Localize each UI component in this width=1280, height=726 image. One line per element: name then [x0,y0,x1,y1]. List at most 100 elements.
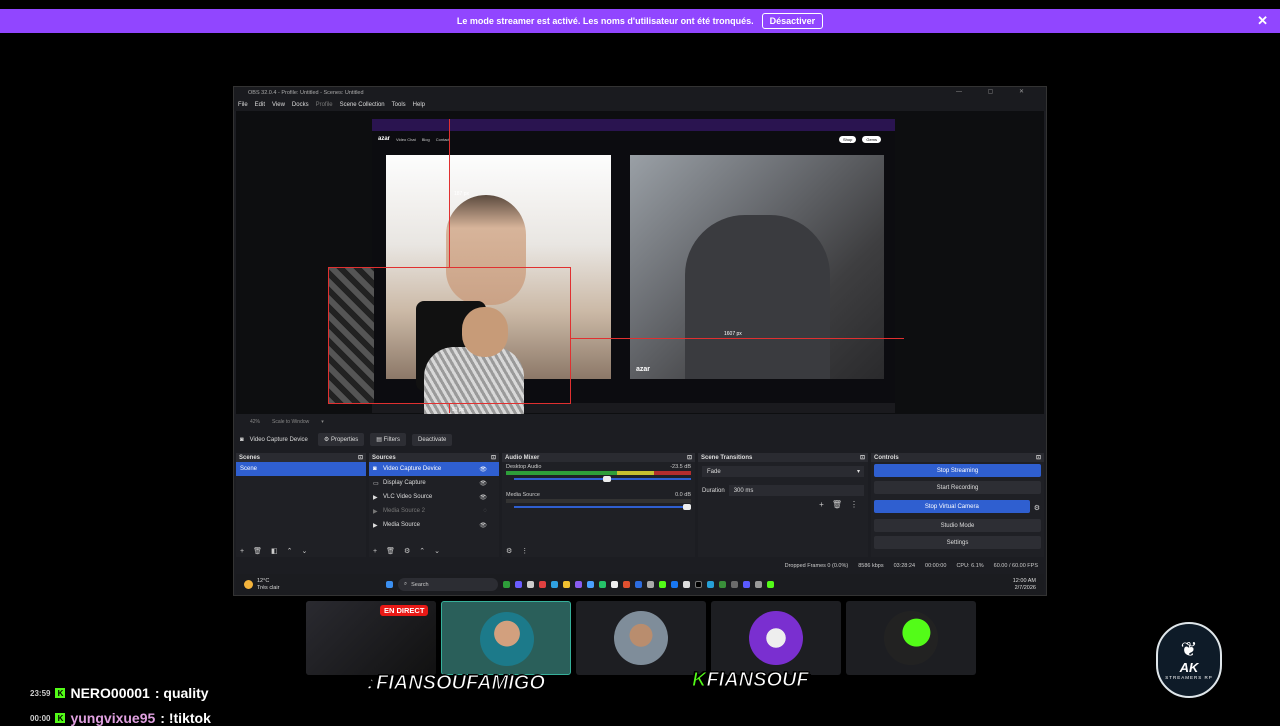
app-icon[interactable] [743,581,750,588]
app-icon[interactable] [503,581,510,588]
folder-icon[interactable] [563,581,570,588]
media-source-volume-slider[interactable] [514,504,691,510]
app-icon[interactable] [767,581,774,588]
eye-icon[interactable]: 👁 [479,494,487,501]
tiktok-icon[interactable] [695,581,702,588]
eye-icon[interactable]: 👁 [479,466,487,473]
source-item-media[interactable]: ▶ Media Source 👁 [369,518,499,532]
participant-tile[interactable] [711,601,841,675]
eye-icon[interactable]: 👁 [479,480,487,487]
app-icon[interactable] [719,581,726,588]
eye-icon[interactable]: 👁 [479,522,487,529]
studio-mode-button[interactable]: Studio Mode [874,519,1041,532]
menu-edit[interactable]: Edit [255,102,265,108]
badge-title: AK [1179,660,1199,675]
taskbar-clock[interactable]: 12:00 AM 2/7/2026 [1013,578,1044,592]
app-icon[interactable] [755,581,762,588]
slider-knob[interactable] [603,476,612,482]
avatar [480,612,534,666]
more-icon[interactable]: ⋮ [521,547,528,555]
source-selection-box[interactable] [328,267,571,404]
disable-streamer-mode-button[interactable]: Désactiver [761,13,824,29]
dock-menu-icon[interactable]: ⊡ [491,454,496,461]
trash-icon[interactable]: 🗑 [832,500,842,509]
gear-icon[interactable]: ⚙ [404,547,410,555]
properties-button[interactable]: ⚙ Properties [317,433,365,446]
app-icon[interactable] [539,581,546,588]
participant-tile[interactable]: EN DIRECT [306,601,436,675]
kick-icon[interactable] [659,581,666,588]
menu-help[interactable]: Help [413,102,425,108]
add-icon[interactable]: + [819,500,824,509]
app-icon[interactable] [551,581,558,588]
stream-time: 03:28:24 [893,563,916,569]
menu-tools[interactable]: Tools [392,102,406,108]
weather-widget[interactable]: 12°C Très clair [236,578,386,592]
source-item-media-2[interactable]: ▶ Media Source 2 ◌ [369,504,499,518]
gear-icon[interactable]: ⚙ [506,547,512,555]
menu-view[interactable]: View [272,102,285,108]
move-down-icon[interactable]: ⌄ [434,547,440,555]
desktop-audio-volume-slider[interactable] [514,476,691,482]
stop-virtual-camera-button[interactable]: Stop Virtual Camera [874,500,1030,513]
dock-menu-icon[interactable]: ⊡ [687,454,692,461]
scene-item[interactable]: Scene [236,462,366,476]
zoom-mode[interactable]: Scale to Window [272,419,309,425]
dock-menu-icon[interactable]: ⊡ [358,454,363,461]
duration-input[interactable]: 300 ms [728,485,864,496]
filter-icon[interactable]: ◧ [271,547,278,555]
app-icon[interactable] [587,581,594,588]
dock-menu-icon[interactable]: ⊡ [1036,454,1041,461]
move-down-icon[interactable]: ⌄ [301,547,307,555]
menu-profile[interactable]: Profile [316,102,333,108]
window-controls[interactable]: — ▢ ✕ [956,88,1036,95]
add-icon[interactable]: + [373,548,377,555]
menu-docks[interactable]: Docks [292,102,309,108]
more-icon[interactable]: ⋮ [850,500,858,509]
app-icon[interactable] [611,581,618,588]
move-up-icon[interactable]: ⌃ [419,547,425,555]
source-item-video-capture[interactable]: ◙ Video Capture Device 👁 [369,462,499,476]
start-recording-button[interactable]: Start Recording [874,481,1041,494]
add-icon[interactable]: + [240,548,244,555]
app-icon[interactable] [647,581,654,588]
close-icon[interactable]: ✕ [1257,13,1268,29]
cpu-usage: CPU: 6.1% [956,563,984,569]
zoom-level[interactable]: 42% [250,419,260,425]
app-icon[interactable] [731,581,738,588]
app-icon[interactable] [707,581,714,588]
app-icon[interactable] [683,581,690,588]
app-icon[interactable] [515,581,522,588]
start-icon[interactable] [386,581,393,588]
participant-tile[interactable] [441,601,571,675]
trash-icon[interactable]: 🗑 [386,547,395,555]
transition-select[interactable]: Fade ▾ [702,466,864,477]
filters-button[interactable]: ▤ Filters [370,433,406,446]
app-icon[interactable] [671,581,678,588]
slider-knob[interactable] [683,504,691,510]
menu-scene-collection[interactable]: Scene Collection [340,102,385,108]
app-icon[interactable] [527,581,534,588]
stop-streaming-button[interactable]: Stop Streaming [874,464,1041,477]
move-up-icon[interactable]: ⌃ [287,547,293,555]
app-icon[interactable] [635,581,642,588]
menu-file[interactable]: File [238,102,248,108]
source-item-vlc[interactable]: ▶ VLC Video Source 👁 [369,490,499,504]
gear-icon[interactable]: ⚙ [1034,504,1040,512]
app-icon[interactable] [575,581,582,588]
preview-canvas[interactable]: azar Video Chat Blog Contact Shop Gems a… [236,111,1044,414]
trash-icon[interactable]: 🗑 [253,547,262,555]
mixer-footer: ⚙ ⋮ [502,545,695,557]
taskbar-search[interactable]: ⌕ Search [398,578,498,591]
dock-menu-icon[interactable]: ⊡ [860,454,865,461]
chevron-down-icon[interactable]: ▾ [321,419,324,425]
source-item-display-capture[interactable]: ▭ Display Capture 👁 [369,476,499,490]
participant-tile[interactable] [576,601,706,675]
brave-icon[interactable] [623,581,630,588]
eye-hidden-icon[interactable]: ◌ [483,508,487,514]
settings-button[interactable]: Settings [874,536,1041,549]
measure-top: 187 px [454,191,470,197]
deactivate-button[interactable]: Deactivate [411,433,453,446]
whatsapp-icon[interactable] [599,581,606,588]
participant-tile[interactable] [846,601,976,675]
